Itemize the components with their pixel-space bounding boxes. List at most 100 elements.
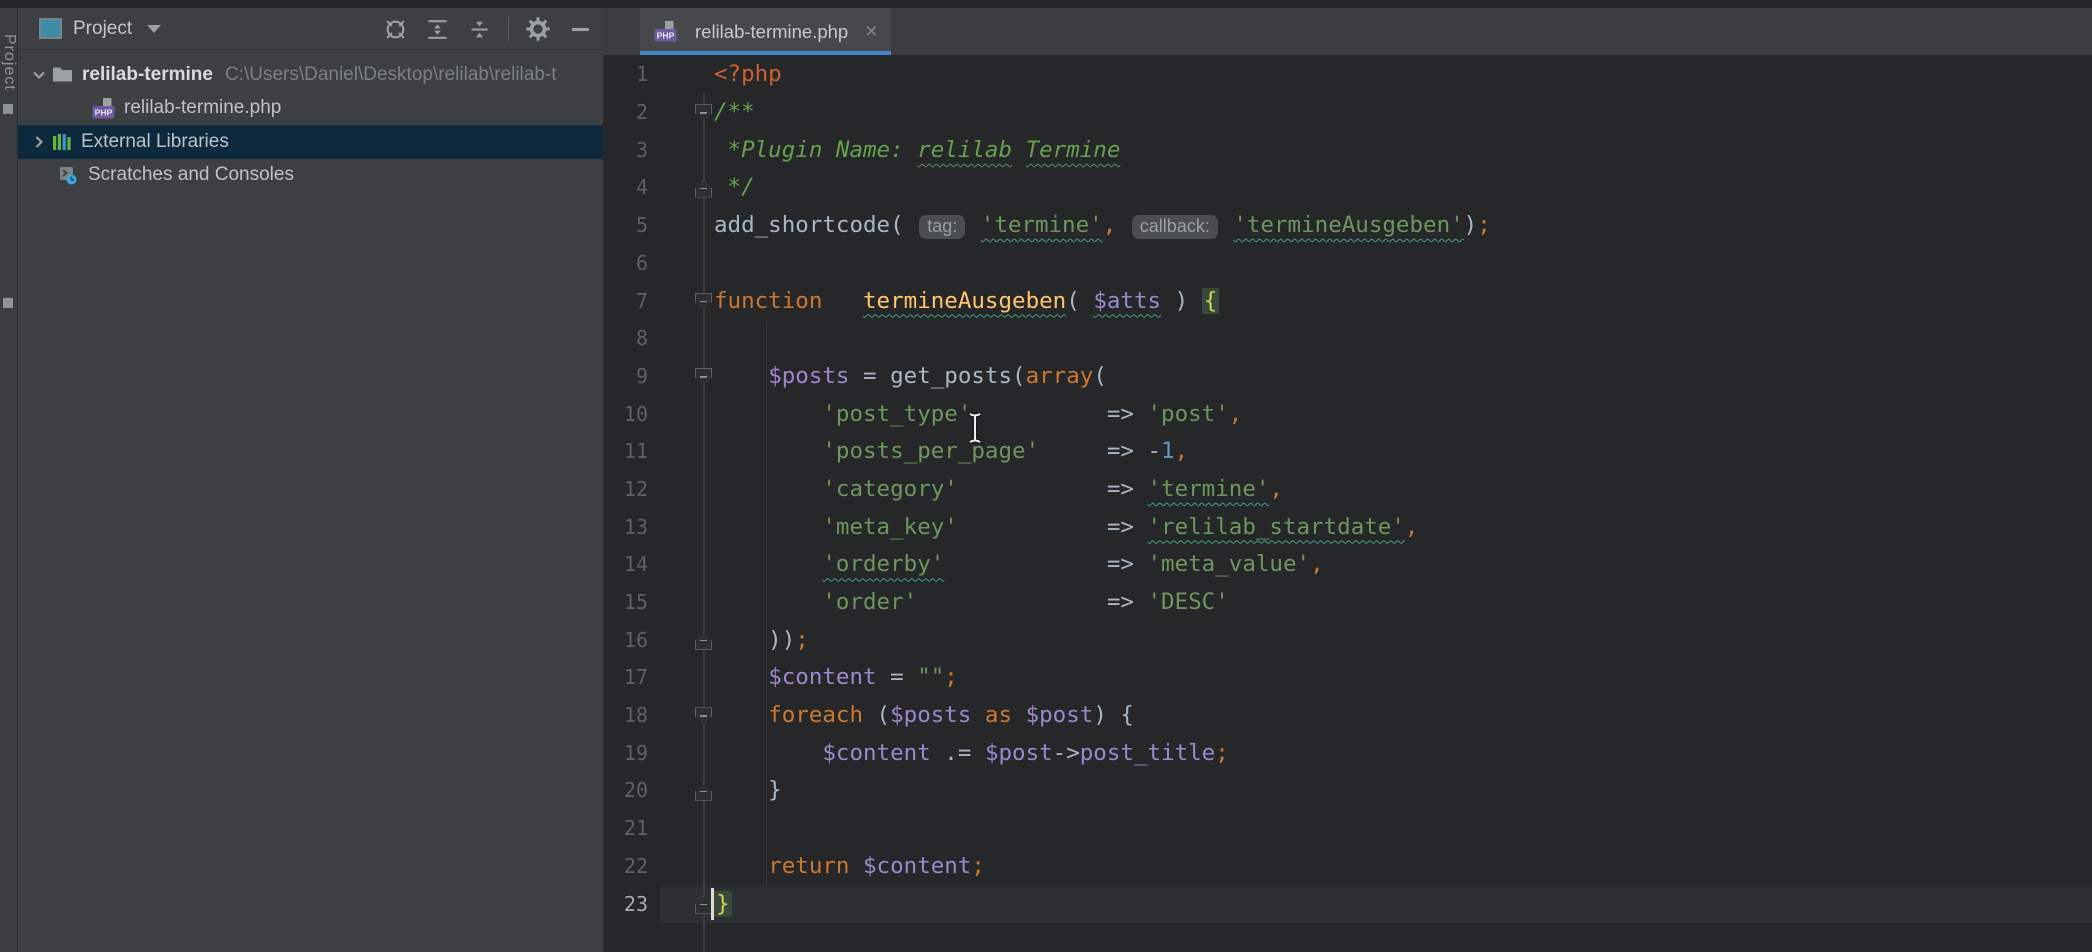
- external-libraries-icon: [52, 133, 72, 151]
- code-line-23[interactable]: }: [714, 886, 1491, 924]
- code-line-3[interactable]: *Plugin Name: relilab Termine: [714, 132, 1491, 170]
- parameter-hint: tag:: [919, 215, 965, 239]
- chevron-right-icon[interactable]: [26, 132, 52, 152]
- minimize-icon: [568, 17, 593, 42]
- close-icon[interactable]: ×: [865, 21, 877, 42]
- line-number: 6: [603, 245, 648, 283]
- line-number: 15: [603, 584, 648, 622]
- svg-text:PHP: PHP: [657, 31, 675, 41]
- chevron-down-icon[interactable]: [147, 25, 161, 33]
- code-line-6[interactable]: [714, 245, 1491, 283]
- stripe-tool-button-icon[interactable]: [3, 104, 13, 114]
- code-line-11[interactable]: 'posts_per_page' => -1,: [714, 433, 1491, 471]
- line-number: 18: [603, 697, 648, 735]
- tree-item-label: External Libraries: [81, 131, 229, 153]
- code-line-1[interactable]: <?php: [714, 56, 1491, 94]
- project-panel-title[interactable]: Project: [73, 18, 132, 40]
- code-line-12[interactable]: 'category' => 'termine',: [714, 471, 1491, 509]
- line-number: 8: [603, 320, 648, 358]
- line-number: 7: [603, 283, 648, 321]
- code-line-13[interactable]: 'meta_key' => 'relilab_startdate',: [714, 509, 1491, 547]
- project-tree: relilab-termine C:\Users\Daniel\Desktop\r…: [18, 58, 603, 192]
- code-line-14[interactable]: 'orderby' => 'meta_value',: [714, 546, 1491, 584]
- tree-item-external-libraries[interactable]: External Libraries: [18, 125, 603, 159]
- line-number: 9: [603, 358, 648, 396]
- fold-marker-icon[interactable]: [695, 180, 712, 198]
- project-panel: Project relilab-termine C:\Users\Daniel\D…: [18, 8, 603, 952]
- tab-relilab-termine-php[interactable]: PHP relilab-termine.php ×: [640, 8, 891, 55]
- code-line-10[interactable]: 'post_type' => 'post',: [714, 396, 1491, 434]
- editor-tab-bar: PHP relilab-termine.php ×: [603, 8, 2092, 55]
- ide-window: Project Project relilab-termine C:\Users\…: [0, 0, 2092, 952]
- php-file-icon: PHP: [92, 98, 115, 119]
- code-line-4[interactable]: */: [714, 169, 1491, 207]
- line-number: 11: [603, 433, 648, 471]
- line-number: 4: [603, 169, 648, 207]
- code-line-20[interactable]: }: [714, 772, 1491, 810]
- line-number: 10: [603, 396, 648, 434]
- php-file-icon: PHP: [654, 21, 677, 42]
- line-number: 13: [603, 509, 648, 547]
- folder-icon: [52, 66, 73, 83]
- code-area[interactable]: <?php/** *Plugin Name: relilab Termine *…: [714, 56, 1491, 923]
- expand-all-button[interactable]: [424, 16, 450, 42]
- tree-item-relilab-termine-php[interactable]: PHP relilab-termine.php: [18, 92, 603, 126]
- mouse-ibeam-cursor: [966, 411, 984, 445]
- project-panel-toolbar: Project: [18, 8, 603, 50]
- locate-button[interactable]: [382, 16, 408, 42]
- code-line-9[interactable]: $posts = get_posts(array(: [714, 358, 1491, 396]
- stripe-tool-button-icon[interactable]: [3, 298, 13, 308]
- project-tool-window-icon: [39, 18, 62, 39]
- fold-marker-icon[interactable]: [695, 707, 712, 725]
- line-number: 19: [603, 735, 648, 773]
- parameter-hint: callback:: [1132, 215, 1218, 239]
- collapse-all-button[interactable]: [466, 16, 492, 42]
- php-file-icon: PHP: [654, 21, 677, 42]
- settings-button[interactable]: [525, 16, 551, 42]
- code-line-5[interactable]: add_shortcode( tag: 'termine', callback:…: [714, 207, 1491, 245]
- window-top-edge: [0, 0, 2092, 8]
- fold-marker-icon[interactable]: [695, 783, 712, 801]
- line-number: 1: [603, 56, 648, 94]
- fold-marker-icon[interactable]: [695, 104, 712, 122]
- line-number: 22: [603, 848, 648, 886]
- gear-icon: [525, 16, 551, 42]
- fold-guide-line: [703, 94, 705, 952]
- tab-label: relilab-termine.php: [695, 21, 848, 43]
- text-caret: [711, 888, 714, 920]
- project-toolbar-icons: [382, 8, 593, 50]
- tree-item-scratches-and-consoles[interactable]: Scratches and Consoles: [18, 159, 603, 193]
- code-line-22[interactable]: return $content;: [714, 848, 1491, 886]
- chevron-down-icon: [29, 65, 49, 85]
- tree-item-label: relilab-termine: [82, 64, 213, 86]
- code-line-7[interactable]: function termineAusgeben( $atts ) {: [714, 283, 1491, 321]
- locate-icon: [383, 17, 408, 42]
- project-stripe-button[interactable]: Project: [0, 34, 18, 91]
- line-number: 5: [603, 207, 648, 245]
- chevron-down-icon[interactable]: [26, 65, 52, 85]
- tree-item-relilab-termine-folder[interactable]: relilab-termine C:\Users\Daniel\Desktop\r…: [18, 58, 603, 92]
- fold-marker-icon[interactable]: [695, 632, 712, 650]
- code-line-17[interactable]: $content = "";: [714, 659, 1491, 697]
- fold-marker-icon[interactable]: [695, 368, 712, 386]
- line-number: 3: [603, 132, 648, 170]
- code-line-16[interactable]: ));: [714, 622, 1491, 660]
- fold-marker-icon[interactable]: [695, 293, 712, 311]
- line-number: 2: [603, 94, 648, 132]
- code-editor[interactable]: 1234567891011121314151617181920212223 <?…: [603, 55, 2092, 952]
- hide-window-button[interactable]: [567, 16, 593, 42]
- code-line-2[interactable]: /**: [714, 94, 1491, 132]
- line-number: 21: [603, 810, 648, 848]
- tree-item-path: C:\Users\Daniel\Desktop\relilab\relilab-…: [225, 64, 557, 86]
- code-line-18[interactable]: foreach ($posts as $post) {: [714, 697, 1491, 735]
- code-line-15[interactable]: 'order' => 'DESC': [714, 584, 1491, 622]
- line-number: 16: [603, 622, 648, 660]
- code-line-19[interactable]: $content .= $post->post_title;: [714, 735, 1491, 773]
- line-number-gutter: 1234567891011121314151617181920212223: [603, 56, 648, 923]
- code-line-8[interactable]: [714, 320, 1491, 358]
- line-number: 23: [603, 886, 648, 924]
- expand-all-icon: [425, 17, 450, 42]
- tree-item-label: relilab-termine.php: [124, 97, 281, 119]
- tool-window-stripe: Project: [0, 8, 18, 952]
- code-line-21[interactable]: [714, 810, 1491, 848]
